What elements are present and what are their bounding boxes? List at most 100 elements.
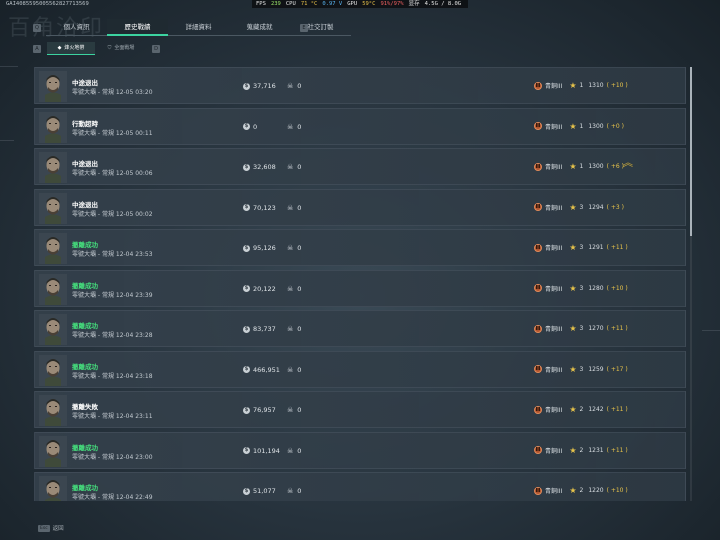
score-delta: ( +6 ) bbox=[606, 163, 624, 170]
mode-subtabs: ◆ 烽火地帶 ⛉ 全面戰場 bbox=[47, 42, 145, 55]
tab-profile[interactable]: 個人資訊 bbox=[46, 19, 107, 36]
kill-count: ☠ 0 bbox=[287, 285, 301, 293]
star-count: 3 bbox=[579, 244, 584, 251]
kill-count: ☠ 0 bbox=[287, 163, 301, 171]
loot-value: $ 32,608 bbox=[243, 163, 276, 171]
match-status: 撤離失敗 bbox=[72, 403, 98, 411]
score-delta: ( +10 ) bbox=[606, 284, 628, 292]
back-label: 返回 bbox=[52, 526, 64, 532]
operator-portrait-icon bbox=[39, 111, 67, 143]
star-icon: ★ bbox=[569, 162, 577, 171]
match-status: 撤離成功 bbox=[72, 241, 98, 249]
bronze-rank-icon: Ⅲ bbox=[534, 243, 542, 252]
star-count: 1 bbox=[579, 122, 584, 130]
rank-info: Ⅲ 青銅III ★ 1 1310 ( +10 ) bbox=[534, 81, 628, 90]
tab-achievements[interactable]: 蒐藏成就 bbox=[229, 19, 290, 36]
match-mode-time: 零號大壩 - 常規 12-05 00:06 bbox=[72, 170, 153, 177]
skull-icon: ☠ bbox=[287, 122, 294, 131]
decor-line bbox=[702, 330, 720, 331]
fps-label: FPS bbox=[256, 1, 266, 7]
rank-name: 青銅III bbox=[545, 204, 563, 212]
key-hint-d[interactable]: D bbox=[152, 45, 160, 53]
score-delta: ( +10 ) bbox=[606, 82, 628, 89]
match-record-row[interactable]: 撤離失敗 零號大壩 - 常規 12-04 23:11 $ 76,957 ☠ 0 … bbox=[34, 391, 686, 428]
star-count: 2 bbox=[579, 406, 584, 413]
coin-icon: $ bbox=[243, 325, 250, 333]
loot-value: $ 20,122 bbox=[243, 285, 276, 293]
skull-icon: ☠ bbox=[287, 325, 294, 333]
kill-value: 0 bbox=[297, 446, 302, 455]
bronze-rank-icon: Ⅲ bbox=[534, 122, 542, 130]
fire-icon: ◆ bbox=[57, 44, 62, 51]
kill-value: 0 bbox=[297, 284, 302, 293]
match-record-list[interactable]: 中途退出 零號大壩 - 常規 12-05 03:20 $ 37,716 ☠ 0 … bbox=[34, 67, 686, 501]
match-mode-time: 零號大壩 - 常規 12-04 22:49 bbox=[72, 494, 153, 501]
fps-value: 239 bbox=[270, 1, 281, 7]
kill-count: ☠ 0 bbox=[287, 325, 301, 333]
kill-count: ☠ 0 bbox=[287, 204, 301, 212]
kill-count: ☠ 0 bbox=[287, 82, 301, 90]
rank-name: 青銅III bbox=[545, 123, 563, 131]
vram-label: 显存 bbox=[408, 1, 420, 7]
shield-icon: ⛉ bbox=[107, 45, 112, 51]
star-count: 2 bbox=[579, 446, 584, 454]
skull-icon: ☠ bbox=[287, 82, 294, 90]
match-record-row[interactable]: 撤離成功 零號大壩 - 常規 12-04 23:18 $ 466,951 ☠ 0… bbox=[34, 350, 686, 388]
user-id-text: GAI4085595005562827713569 bbox=[6, 1, 89, 7]
scrollbar-thumb[interactable] bbox=[690, 67, 692, 237]
rank-info: Ⅲ 青銅III ★ 3 1280 ( +10 ) bbox=[534, 284, 628, 293]
tab-social[interactable]: 社交訂製 bbox=[290, 19, 351, 36]
rank-score: 1242 bbox=[588, 406, 604, 413]
operator-avatar bbox=[39, 354, 67, 386]
match-record-row[interactable]: 撤離成功 零號大壩 - 常規 12-04 22:49 $ 51,077 ☠ 0 … bbox=[34, 472, 686, 501]
footer-back[interactable]: Esc 返回 bbox=[38, 524, 64, 532]
star-icon: ★ bbox=[569, 202, 577, 212]
key-hint-a[interactable]: A bbox=[33, 45, 41, 53]
loot-amount: 70,123 bbox=[253, 203, 276, 212]
star-icon: ★ bbox=[569, 364, 577, 374]
coin-icon: $ bbox=[243, 123, 250, 130]
vram-value: 4.5G / 8.0G bbox=[424, 1, 462, 7]
star-count: 1 bbox=[579, 82, 584, 89]
tab-details[interactable]: 詳細資料 bbox=[168, 19, 229, 36]
loot-amount: 95,126 bbox=[253, 244, 276, 252]
operator-portrait-icon bbox=[39, 435, 67, 467]
rank-name: 青銅III bbox=[545, 488, 563, 495]
skull-icon: ☠ bbox=[287, 365, 294, 374]
match-record-row[interactable]: 撤離成功 零號大壩 - 常規 12-04 23:39 $ 20,122 ☠ 0 … bbox=[34, 269, 686, 307]
star-icon: ★ bbox=[569, 243, 577, 252]
match-record-row[interactable]: 撤離成功 零號大壩 - 常規 12-04 23:28 $ 83,737 ☠ 0 … bbox=[34, 310, 686, 347]
rank-name: 青銅III bbox=[545, 245, 563, 252]
loot-value: $ 37,716 bbox=[243, 82, 276, 90]
cpu-label: CPU bbox=[285, 1, 296, 7]
match-record-row[interactable]: 中途退出 零號大壩 - 常規 12-05 00:02 $ 70,123 ☠ 0 … bbox=[34, 188, 686, 226]
kill-count: ☠ 0 bbox=[287, 406, 301, 414]
kill-value: 0 bbox=[297, 122, 302, 131]
list-scrollbar[interactable] bbox=[690, 67, 692, 501]
bronze-rank-icon: Ⅲ bbox=[534, 203, 542, 211]
score-delta: ( +0 ) bbox=[606, 122, 624, 130]
subtab-warfare[interactable]: ⛉ 全面戰場 bbox=[97, 42, 145, 55]
subtab-operations[interactable]: ◆ 烽火地帶 bbox=[47, 42, 95, 55]
key-hint-q[interactable]: Q bbox=[33, 24, 41, 32]
match-record-row[interactable]: 撤離成功 零號大壩 - 常規 12-04 23:53 $ 95,126 ☠ 0 … bbox=[34, 229, 686, 266]
match-mode-time: 零號大壩 - 常規 12-04 23:00 bbox=[72, 453, 153, 461]
match-record-row[interactable]: 中途退出 零號大壩 - 常規 12-05 00:06 $ 32,608 ☠ 0 … bbox=[34, 148, 686, 185]
loot-value: $ 466,951 bbox=[243, 366, 280, 374]
kill-value: 0 bbox=[297, 82, 302, 90]
esc-key-hint[interactable]: Esc bbox=[38, 524, 50, 532]
match-mode-time: 零號大壩 - 常規 12-04 23:28 bbox=[72, 332, 153, 339]
match-record-row[interactable]: 撤離成功 零號大壩 - 常規 12-04 23:00 $ 101,194 ☠ 0… bbox=[34, 431, 686, 469]
match-record-row[interactable]: 中途退出 零號大壩 - 常規 12-05 03:20 $ 37,716 ☠ 0 … bbox=[34, 67, 686, 104]
gpu-load: 91%/97% bbox=[380, 1, 404, 7]
tab-match-history[interactable]: 歷史戰績 bbox=[107, 19, 168, 36]
rank-info: Ⅲ 青銅III ★ 3 1291 ( +11 ) bbox=[534, 243, 628, 252]
rank-name: 青銅III bbox=[545, 366, 563, 374]
rank-score: 1280 bbox=[588, 284, 604, 292]
rank-name: 青銅III bbox=[545, 326, 563, 333]
operator-portrait-icon bbox=[39, 395, 67, 426]
star-count: 1 bbox=[579, 163, 584, 170]
match-record-row[interactable]: 行動超時 零號大壩 - 常規 12-05 00:11 $ 0 ☠ 0 Ⅲ 青銅I… bbox=[34, 107, 686, 145]
match-status: 撤離成功 bbox=[72, 484, 98, 492]
match-status: 撤離成功 bbox=[72, 443, 98, 452]
